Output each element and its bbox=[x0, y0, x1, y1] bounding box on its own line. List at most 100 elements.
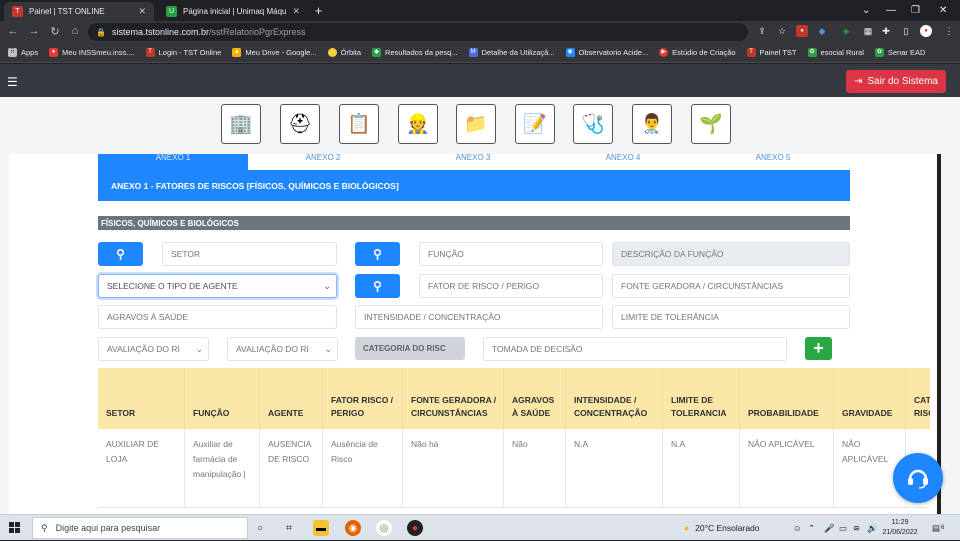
bookmark-orbita[interactable]: Órbita bbox=[327, 48, 361, 57]
observatorio-icon: ◉ bbox=[565, 48, 575, 57]
tipo-agente-select[interactable]: SELECIONE O TIPO DE AGENTE ⌄ bbox=[98, 274, 337, 298]
side-panel-icon[interactable]: ▯ bbox=[900, 25, 912, 37]
support-chat-button[interactable] bbox=[893, 453, 943, 503]
weather-text: 20°C Ensolarado bbox=[695, 523, 760, 533]
tab-search-icon[interactable]: ⌄ bbox=[862, 0, 870, 21]
home-icon[interactable]: ⌂ bbox=[68, 25, 82, 37]
hands-plant-icon[interactable]: 🌱 bbox=[691, 104, 731, 144]
file-explorer-icon[interactable]: ▬ bbox=[313, 520, 329, 536]
extension-drop-icon[interactable]: ◆ bbox=[816, 25, 828, 37]
taskbar-clock[interactable]: 11:29 21/06/2022 bbox=[880, 518, 920, 538]
extension-green-icon[interactable]: ◈ bbox=[840, 25, 852, 37]
browser-tab-title: Página inicial | Unimaq Máquinas bbox=[183, 7, 287, 16]
doctor-icon[interactable]: 👨‍⚕️ bbox=[632, 104, 672, 144]
mic-icon[interactable]: 🎤 bbox=[824, 515, 835, 541]
tray-chevron-icon[interactable]: ⌃ bbox=[808, 515, 815, 541]
intensidade-input[interactable]: INTENSIDADE / CONCENTRAÇÃO bbox=[355, 305, 603, 329]
sun-icon: ● bbox=[684, 523, 690, 533]
tab-anexo-4[interactable]: ANEXO 4 bbox=[548, 154, 698, 170]
tab-anexo-1[interactable]: ANEXO 1 bbox=[98, 154, 248, 170]
tab-anexo-5[interactable]: ANEXO 5 bbox=[698, 154, 848, 170]
search-setor-button[interactable]: ⚲ bbox=[98, 242, 143, 266]
bookmark-tst-login[interactable]: T Login - TST Online bbox=[145, 48, 221, 57]
buildings-icon[interactable]: 🏢 bbox=[221, 104, 261, 144]
taskbar-search-box[interactable]: ⚲ Digite aqui para pesquisar bbox=[32, 517, 248, 539]
bookmark-star-icon[interactable]: ☆ bbox=[776, 25, 788, 37]
bookmark-observatorio[interactable]: ◉ Observatorio Acide... bbox=[565, 48, 648, 57]
header-probabilidade: PROBABILIDADE bbox=[740, 368, 834, 429]
battery-icon[interactable]: ▭ bbox=[839, 515, 847, 541]
hard-hat-icon[interactable]: ⛑ bbox=[280, 104, 320, 144]
extension-grid-icon[interactable]: ▦ bbox=[862, 25, 874, 37]
minimize-icon[interactable]: — bbox=[886, 0, 896, 21]
medical-report-icon[interactable]: 📋 bbox=[339, 104, 379, 144]
bookmark-apps[interactable]: ⠿ Apps bbox=[8, 48, 38, 57]
header-gravidade: GRAVIDADE bbox=[834, 368, 906, 429]
fator-risco-input[interactable]: FATOR DE RISCO / PERIGO bbox=[419, 274, 603, 298]
firefox-icon[interactable]: ◉ bbox=[345, 520, 361, 536]
table-cell-probabilidade: NÃO APLICÁVEL bbox=[740, 429, 834, 508]
bookmark-painel-tst[interactable]: T Painel TST bbox=[746, 48, 797, 57]
weather-widget[interactable]: ● 20°C Ensolarado bbox=[684, 515, 760, 541]
browser-tab-1[interactable]: T Painel | TST ONLINE ✕ bbox=[4, 2, 154, 21]
notification-button[interactable]: ▤ 6 bbox=[932, 515, 944, 541]
search-funcao-button[interactable]: ⚲ bbox=[355, 242, 400, 266]
bookmark-detalhe[interactable]: M Detalhe da Utilizaçã... bbox=[468, 48, 555, 57]
share-icon[interactable]: ⇪ bbox=[756, 25, 768, 37]
bookmark-inss[interactable]: ● Meu INSSmeu.inss.... bbox=[49, 48, 135, 57]
close-window-icon[interactable]: ✕ bbox=[939, 0, 947, 21]
setor-input[interactable]: SETOR bbox=[162, 242, 337, 266]
fonte-geradora-input[interactable]: FONTE GERADORA / CIRCUNSTÂNCIAS bbox=[612, 274, 850, 298]
limite-tolerancia-input[interactable]: LIMITE DE TOLERÂNCIA bbox=[612, 305, 850, 329]
bookmark-esocial[interactable]: ✿ esocial Rural bbox=[807, 48, 864, 57]
funcao-input[interactable]: FUNÇÃO bbox=[419, 242, 603, 266]
tst-icon: T bbox=[746, 48, 756, 57]
chrome-icon[interactable]: ◎ bbox=[376, 520, 392, 536]
address-bar[interactable]: 🔒 sistema.tstonline.com.br/sstRelatorioP… bbox=[88, 23, 748, 41]
clipboard-medical-icon[interactable]: 📝 bbox=[515, 104, 555, 144]
forward-icon[interactable]: → bbox=[27, 25, 41, 37]
maximize-icon[interactable]: ❐ bbox=[911, 0, 920, 21]
tab-anexo-2[interactable]: ANEXO 2 bbox=[248, 154, 398, 170]
close-tab-icon[interactable]: ✕ bbox=[292, 6, 300, 17]
new-tab-button[interactable]: + bbox=[311, 3, 326, 18]
windows-start-icon[interactable] bbox=[9, 522, 20, 533]
widgets-icon[interactable]: ⌗ bbox=[281, 520, 297, 536]
extension-red-icon[interactable]: ● bbox=[796, 25, 808, 37]
browser-tab-2[interactable]: U Página inicial | Unimaq Máquinas ✕ bbox=[158, 2, 308, 21]
health-folder-icon[interactable]: 📁 bbox=[456, 104, 496, 144]
reload-icon[interactable]: ↻ bbox=[48, 25, 62, 38]
avaliacao-risco-select-2[interactable]: AVALIAÇÃO DO RI ⌄ bbox=[227, 337, 338, 361]
wifi-icon[interactable]: ≋ bbox=[853, 515, 860, 541]
bookmark-estudio[interactable]: ▶ Estúdio de Criação bbox=[659, 48, 736, 57]
tab-anexo-3[interactable]: ANEXO 3 bbox=[398, 154, 548, 170]
medical-clipboard-icon[interactable]: 🩺 bbox=[573, 104, 613, 144]
back-icon[interactable]: ← bbox=[6, 25, 20, 37]
search-fator-button[interactable]: ⚲ bbox=[355, 274, 400, 298]
bookmark-senar[interactable]: ✿ Senar EAD bbox=[874, 48, 926, 57]
agravos-input[interactable]: AGRAVOS À SAÚDE bbox=[98, 305, 337, 329]
profile-avatar-icon[interactable]: ● bbox=[920, 25, 932, 37]
close-tab-icon[interactable]: ✕ bbox=[138, 6, 146, 17]
table-cell-fonte-geradora: Não há bbox=[403, 429, 504, 508]
task-view-icon[interactable]: ○ bbox=[252, 520, 268, 536]
bookmark-label: Senar EAD bbox=[887, 48, 926, 57]
detalhe-icon: M bbox=[468, 48, 478, 57]
worker-icon[interactable]: 👷 bbox=[398, 104, 438, 144]
header-agravos: AGRAVOS À SAÚDE bbox=[504, 368, 566, 429]
tomada-decisao-input[interactable]: TOMADA DE DECISÃO bbox=[483, 337, 787, 361]
categoria-risco-button[interactable]: CATEGORIA DO RISC bbox=[355, 337, 465, 360]
people-icon[interactable]: ☺ bbox=[793, 515, 802, 541]
logout-button[interactable]: ⇥ Sair do Sistema bbox=[846, 70, 946, 93]
add-button[interactable]: + bbox=[805, 337, 832, 360]
extensions-puzzle-icon[interactable]: ✚ bbox=[880, 25, 892, 37]
volume-icon[interactable]: 🔊 bbox=[867, 515, 878, 541]
module-icon-toolbar: 🏢 ⛑ 📋 👷 📁 📝 🩺 👨‍⚕️ 🌱 bbox=[0, 104, 960, 146]
table-cell-limite: N.A bbox=[663, 429, 740, 508]
bookmark-resultados[interactable]: ◆ Resultados da pesq... bbox=[372, 48, 458, 57]
bookmark-drive[interactable]: ▲ Meu Drive - Google... bbox=[232, 48, 317, 57]
app-red-icon[interactable]: ● bbox=[407, 520, 423, 536]
chrome-menu-icon[interactable]: ⋮ bbox=[943, 25, 955, 37]
menu-hamburger-icon[interactable]: ☰ bbox=[7, 75, 18, 89]
avaliacao-risco-select-1[interactable]: AVALIAÇÃO DO RI ⌄ bbox=[98, 337, 209, 361]
